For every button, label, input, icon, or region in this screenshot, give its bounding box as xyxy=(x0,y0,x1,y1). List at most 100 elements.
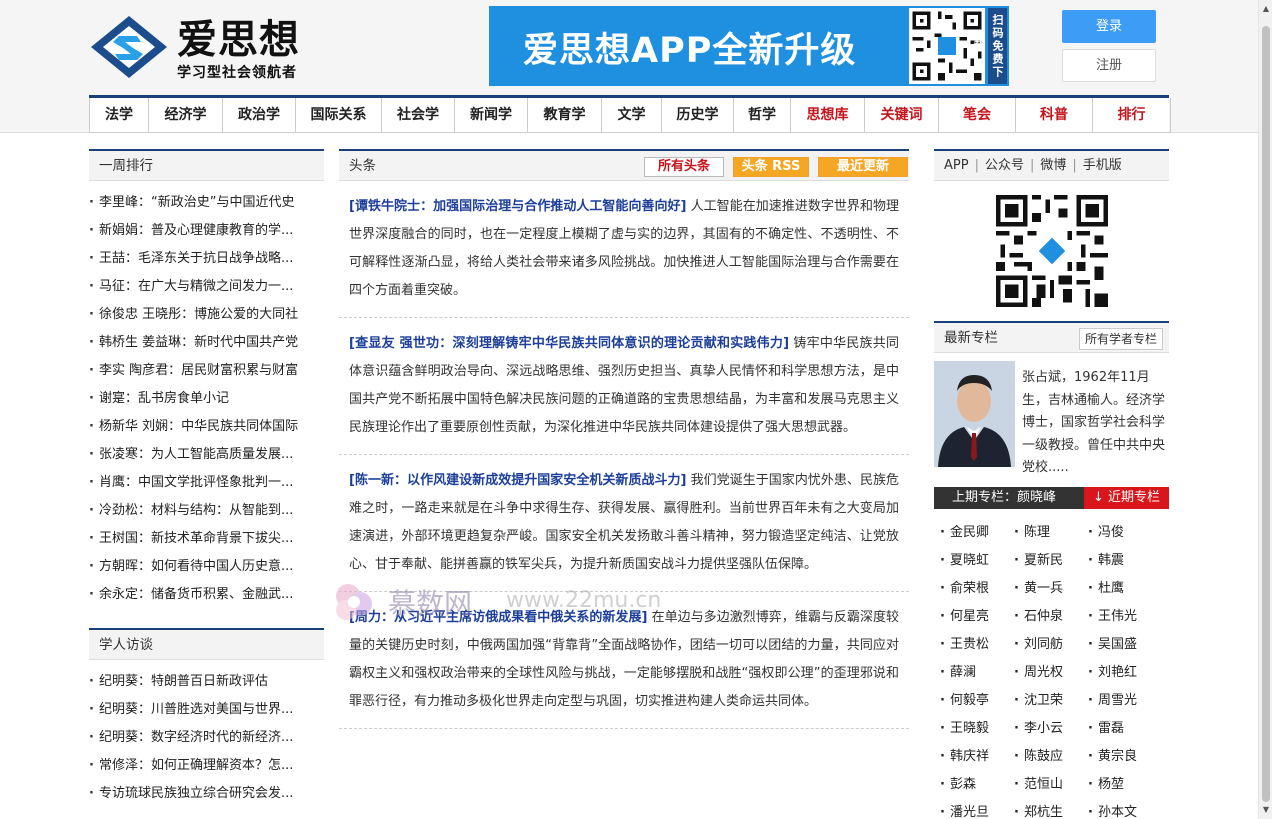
nav-item-international[interactable]: 国际关系 xyxy=(296,98,382,133)
scholar-link[interactable]: 何毅亭 xyxy=(940,687,1014,715)
nav-item-economics[interactable]: 经济学 xyxy=(149,98,223,133)
headline-article: [谭铁牛院士：加强国际治理与合作推动人工智能向善向好] 人工智能在加速推进数字世… xyxy=(339,181,909,318)
scholar-link[interactable]: 郑杭生 xyxy=(1014,799,1088,819)
scholar-link[interactable]: 李小云 xyxy=(1014,715,1088,743)
nav-item-journalism[interactable]: 新闻学 xyxy=(455,98,528,133)
article-title-link[interactable]: [谭铁牛院士：加强国际治理与合作推动人工智能向善向好] xyxy=(349,199,686,214)
divider: | xyxy=(974,158,979,173)
scholar-link[interactable]: 何星亮 xyxy=(940,603,1014,631)
weibo-link[interactable]: 微博 xyxy=(1040,151,1066,180)
article-title-link[interactable]: [陈一新：以作风建设新成效提升国家安全机关新质战斗力] xyxy=(349,473,686,488)
page-scrollbar[interactable]: ▲ ▼ xyxy=(1258,0,1272,819)
scholar-link[interactable]: 刘同舫 xyxy=(1014,631,1088,659)
scholar-bio[interactable]: 张占斌，1962年11月生，吉林通榆人。经济学博士，国家哲学社会科学一级教授。曾… xyxy=(1022,367,1169,480)
scholar-link[interactable]: 王晓毅 xyxy=(940,715,1014,743)
nav-item-thinktank[interactable]: 思想库 xyxy=(791,98,865,133)
list-item[interactable]: 纪明葵：川普胜选对美国与世界... xyxy=(89,696,324,724)
nav-item-philosophy[interactable]: 哲学 xyxy=(734,98,791,133)
scholar-link[interactable]: 黄宗良 xyxy=(1088,743,1162,771)
scholar-link[interactable]: 石仲泉 xyxy=(1014,603,1088,631)
scholar-link[interactable]: 周雪光 xyxy=(1088,687,1162,715)
list-item[interactable]: 专访琉球民族独立综合研究会发... xyxy=(89,780,324,808)
nav-item-education[interactable]: 教育学 xyxy=(528,98,602,133)
scholar-link[interactable]: 王贵松 xyxy=(940,631,1014,659)
nav-item-sociology[interactable]: 社会学 xyxy=(382,98,455,133)
scholar-link[interactable]: 陈理 xyxy=(1014,519,1088,547)
app-links-bar: APP | 公众号 | 微博 | 手机版 xyxy=(934,149,1169,181)
interviews-list: 纪明葵：特朗普百日新政评估 纪明葵：川普胜选对美国与世界... 纪明葵：数字经济… xyxy=(89,660,324,808)
site-header: 爱思想 学习型社会领航者 爱思想APP全新升级 扫码免费下载 登录 注册 法学 … xyxy=(0,0,1258,133)
all-scholar-columns-button[interactable]: 所有学者专栏 xyxy=(1078,328,1163,350)
app-link[interactable]: APP xyxy=(944,151,969,180)
previous-column-link[interactable]: 上期专栏：颜晓峰 xyxy=(934,487,1084,509)
site-logo[interactable]: 爱思想 学习型社会领航者 xyxy=(89,14,304,84)
list-item[interactable]: 谢寔：乱书房食单小记 xyxy=(89,385,324,413)
list-item[interactable]: 方朝晖：如何看待中国人历史意... xyxy=(89,553,324,581)
weekly-ranking-header: 一周排行 xyxy=(89,149,324,181)
scholar-photo[interactable] xyxy=(934,361,1015,467)
scholar-link[interactable]: 彭森 xyxy=(940,771,1014,799)
headlines-rss-button[interactable]: 头条 RSS xyxy=(733,157,809,177)
mobile-link[interactable]: 手机版 xyxy=(1083,151,1122,180)
nav-item-literature[interactable]: 文学 xyxy=(602,98,662,133)
scholar-link[interactable]: 孙本文 xyxy=(1088,799,1162,819)
recent-columns-button[interactable]: ↓ 近期专栏 xyxy=(1084,487,1169,509)
login-button[interactable]: 登录 xyxy=(1062,10,1156,43)
scholar-link[interactable]: 陈鼓应 xyxy=(1014,743,1088,771)
list-item[interactable]: 纪明葵：数字经济时代的新经济... xyxy=(89,724,324,752)
list-item[interactable]: 余永定：储备货币积累、金融武... xyxy=(89,581,324,609)
scholar-link[interactable]: 黄一兵 xyxy=(1014,575,1088,603)
list-item[interactable]: 王树国：新技术革命背景下拔尖... xyxy=(89,525,324,553)
scholar-link[interactable]: 杨堃 xyxy=(1088,771,1162,799)
scholar-link[interactable]: 王伟光 xyxy=(1088,603,1162,631)
scholar-link[interactable]: 韩震 xyxy=(1088,547,1162,575)
scholar-link[interactable]: 杜鹰 xyxy=(1088,575,1162,603)
logo-title: 爱思想 xyxy=(177,17,300,63)
all-headlines-button[interactable]: 所有头条 xyxy=(644,157,724,177)
list-item[interactable]: 冷劲松：材料与结构：从智能到... xyxy=(89,497,324,525)
featured-scholar: 张占斌，1962年11月生，吉林通榆人。经济学博士，国家哲学社会科学一级教授。曾… xyxy=(934,353,1169,488)
list-item[interactable]: 王喆：毛泽东关于抗日战争战略... xyxy=(89,245,324,273)
nav-item-politics[interactable]: 政治学 xyxy=(223,98,296,133)
scholar-link[interactable]: 冯俊 xyxy=(1088,519,1162,547)
list-item[interactable]: 徐俊忠 王晓彤：博施公爱的大同社 xyxy=(89,301,324,329)
scholar-link[interactable]: 沈卫荣 xyxy=(1014,687,1088,715)
list-item[interactable]: 张凌寒：为人工智能高质量发展... xyxy=(89,441,324,469)
scholar-link[interactable]: 薛澜 xyxy=(940,659,1014,687)
nav-item-history[interactable]: 历史学 xyxy=(662,98,734,133)
list-item[interactable]: 常修泽：如何正确理解资本？怎... xyxy=(89,752,324,780)
nav-item-science[interactable]: 科普 xyxy=(1016,98,1093,133)
scholar-link[interactable]: 金民卿 xyxy=(940,519,1014,547)
list-item[interactable]: 纪明葵：特朗普百日新政评估 xyxy=(89,668,324,696)
scholar-link[interactable]: 雷磊 xyxy=(1088,715,1162,743)
article-title-link[interactable]: [查显友 强世功：深刻理解铸牢中华民族共同体意识的理论贡献和实践伟力] xyxy=(349,336,789,351)
scholar-link[interactable]: 范恒山 xyxy=(1014,771,1088,799)
scroll-down-icon[interactable]: ▼ xyxy=(1259,803,1272,817)
list-item[interactable]: 李实 陶彦君：居民财富积累与财富 xyxy=(89,357,324,385)
app-banner[interactable]: 爱思想APP全新升级 扫码免费下载 xyxy=(489,6,1009,86)
list-item[interactable]: 李里峰：“新政治史”与中国近代史 xyxy=(89,189,324,217)
latest-columns-section: 最新专栏 所有学者专栏 张占斌，1962年11月生，吉林通榆人。经济学博士，国家… xyxy=(934,321,1169,819)
scrollbar-thumb[interactable] xyxy=(1262,26,1270,802)
scholar-link[interactable]: 潘光旦 xyxy=(940,799,1014,819)
scholar-link[interactable]: 夏新民 xyxy=(1014,547,1088,575)
scholar-link[interactable]: 韩庆祥 xyxy=(940,743,1014,771)
scroll-up-icon[interactable]: ▲ xyxy=(1259,2,1272,16)
scholar-link[interactable]: 刘艳红 xyxy=(1088,659,1162,687)
list-item[interactable]: 马征：在广大与精微之间发力一... xyxy=(89,273,324,301)
latest-updates-button[interactable]: 最近更新 xyxy=(818,157,908,177)
scholar-link[interactable]: 夏晓虹 xyxy=(940,547,1014,575)
register-button[interactable]: 注册 xyxy=(1062,49,1156,82)
list-item[interactable]: 杨新华 刘娴：中华民族共同体国际 xyxy=(89,413,324,441)
nav-item-law[interactable]: 法学 xyxy=(89,98,149,133)
scholar-link[interactable]: 俞荣根 xyxy=(940,575,1014,603)
list-item[interactable]: 肖鹰：中国文学批评怪象批判一... xyxy=(89,469,324,497)
nav-item-keywords[interactable]: 关键词 xyxy=(865,98,939,133)
wechat-link[interactable]: 公众号 xyxy=(985,151,1024,180)
nav-item-writers[interactable]: 笔会 xyxy=(939,98,1016,133)
list-item[interactable]: 新娟娟：普及心理健康教育的学... xyxy=(89,217,324,245)
nav-item-ranking[interactable]: 排行 xyxy=(1093,98,1171,133)
list-item[interactable]: 韩桥生 姜益琳：新时代中国共产党 xyxy=(89,329,324,357)
scholar-link[interactable]: 周光权 xyxy=(1014,659,1088,687)
scholar-link[interactable]: 吴国盛 xyxy=(1088,631,1162,659)
